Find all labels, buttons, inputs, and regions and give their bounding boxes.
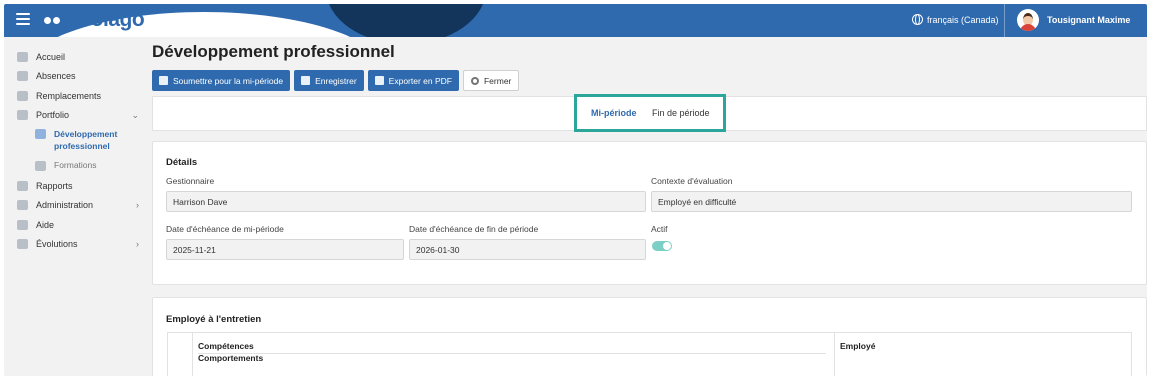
context-label: Contexte d'évaluation — [651, 176, 733, 186]
logo[interactable]: Scolago — [40, 6, 145, 34]
sidebar-item-label: Portfolio — [36, 110, 70, 121]
graduation-cap-icon — [35, 161, 46, 171]
top-bar: Scolago français (Canada) Tousignant Max… — [4, 4, 1147, 37]
language-selector[interactable]: français (Canada) — [912, 14, 999, 25]
active-toggle[interactable] — [652, 241, 672, 251]
table-column-left — [192, 333, 832, 376]
sidebar-item-label: Rapports — [36, 180, 73, 191]
sidebar-item-remplacements[interactable]: Remplacements — [4, 86, 147, 106]
globe-icon — [912, 14, 923, 25]
tab-end-period[interactable]: Fin de période — [652, 108, 710, 118]
sprout-icon — [17, 239, 28, 250]
sidebar-item-label: Accueil — [36, 51, 66, 62]
sidebar-item-evolutions[interactable]: Évolutions › — [4, 235, 147, 255]
page-title: Développement professionnel — [152, 42, 395, 61]
details-heading: Détails — [166, 157, 198, 168]
header-decoration-dark — [326, 4, 486, 37]
close-button[interactable]: Fermer — [462, 70, 520, 91]
mid-date-field[interactable]: 2025-11-21 — [166, 239, 404, 260]
sidebar-item-label: Développement professionnel — [54, 129, 118, 151]
column-header-employe: Employé — [840, 341, 876, 351]
certificate-icon — [35, 129, 46, 139]
table-column-right — [834, 333, 1134, 376]
interview-heading: Employé à l'entretien — [166, 314, 262, 325]
tab-mid-period[interactable]: Mi-période — [591, 108, 637, 118]
user-name: Tousignant Maxime — [1047, 15, 1131, 25]
menu-icon[interactable] — [16, 13, 30, 27]
sidebar-item-label: Administration — [36, 200, 94, 211]
chevron-right-icon: › — [136, 239, 139, 250]
manager-label: Gestionnaire — [166, 176, 215, 186]
export-pdf-button[interactable]: Exporter en PDF — [367, 70, 459, 91]
context-field[interactable]: Employé en difficulté — [651, 191, 1132, 212]
sidebar-item-label: Aide — [36, 219, 55, 230]
sidebar-item-formations[interactable]: Formations — [4, 157, 147, 176]
sidebar-item-label: Évolutions — [36, 239, 78, 250]
language-label: français (Canada) — [927, 14, 999, 25]
sidebar-item-label: Remplacements — [36, 90, 102, 101]
user-menu[interactable]: Tousignant Maxime — [1017, 9, 1130, 31]
button-label: Enregistrer — [315, 75, 357, 86]
home-icon — [17, 51, 28, 62]
mid-date-label: Date d'échéance de mi-période — [166, 224, 284, 234]
logo-text: Scolago — [66, 8, 145, 31]
owl-logo-icon — [40, 9, 62, 31]
sidebar-item-label: Formations — [54, 160, 97, 170]
question-icon — [17, 219, 28, 230]
save-icon — [301, 76, 311, 85]
submit-mid-period-button[interactable]: Soumettre pour la mi-période — [152, 70, 291, 91]
close-icon — [470, 76, 479, 85]
chevron-down-icon: ⌄ — [131, 109, 139, 120]
send-icon — [159, 76, 168, 85]
document-icon — [17, 180, 28, 191]
column-header-competences: Compétences — [198, 341, 254, 351]
manager-field[interactable]: Harrison Dave — [166, 191, 646, 212]
sidebar-item-aide[interactable]: Aide — [4, 215, 147, 235]
avatar — [1017, 9, 1039, 31]
details-card — [152, 141, 1147, 285]
sidebar-item-rapports[interactable]: Rapports — [4, 176, 147, 196]
trophy-icon — [17, 110, 28, 121]
app-window: Scolago français (Canada) Tousignant Max… — [4, 4, 1147, 376]
swap-icon — [17, 90, 28, 101]
toolbar: Soumettre pour la mi-période Enregistrer… — [152, 70, 520, 91]
sidebar-item-developpement-professionnel[interactable]: Développement professionnel — [4, 125, 147, 157]
chevron-right-icon: › — [136, 200, 139, 211]
sidebar: Accueil Absences Remplacements Portfolio… — [4, 37, 147, 376]
sidebar-item-label: Absences — [36, 71, 76, 82]
end-date-label: Date d'échéance de fin de période — [409, 224, 539, 234]
sidebar-item-accueil[interactable]: Accueil — [4, 47, 147, 67]
table-row-divider — [198, 353, 826, 354]
button-label: Fermer — [483, 75, 512, 86]
gear-icon — [17, 200, 28, 211]
save-button[interactable]: Enregistrer — [294, 70, 364, 91]
header-divider — [1004, 4, 1005, 37]
pdf-icon — [374, 76, 384, 85]
sidebar-item-absences[interactable]: Absences — [4, 67, 147, 87]
person-icon — [17, 71, 28, 82]
button-label: Soumettre pour la mi-période — [173, 75, 284, 86]
competences-table: Compétences Comportements Employé — [167, 332, 1132, 376]
active-label: Actif — [651, 224, 668, 234]
row-comportements: Comportements — [198, 353, 264, 363]
end-date-field[interactable]: 2026-01-30 — [409, 239, 646, 260]
sidebar-item-administration[interactable]: Administration › — [4, 196, 147, 216]
sidebar-item-portfolio[interactable]: Portfolio ⌄ — [4, 106, 147, 126]
button-label: Exporter en PDF — [388, 75, 452, 86]
